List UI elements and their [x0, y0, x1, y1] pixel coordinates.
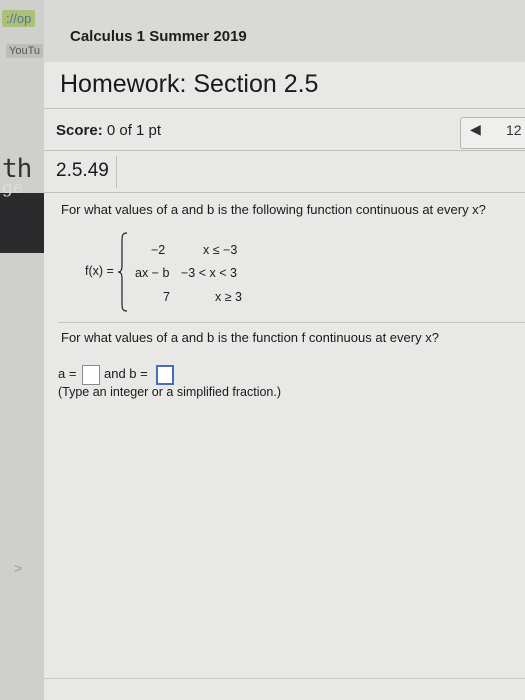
answer-b-input[interactable] — [156, 365, 174, 385]
previous-question-icon[interactable]: ◀ — [470, 121, 481, 138]
piece-value: ax − b — [135, 266, 170, 280]
piece-value: −2 — [151, 243, 166, 257]
question-number-selector[interactable]: 12 — [506, 122, 522, 138]
divider — [44, 678, 525, 679]
divider — [44, 192, 525, 193]
score-label: Score: — [56, 122, 103, 139]
browser-url-fragment[interactable]: ://op — [2, 10, 36, 27]
answer-b-label: and b = — [104, 366, 148, 381]
divider — [44, 108, 525, 109]
course-title: Calculus 1 Summer 2019 — [70, 28, 247, 45]
answer-hint: (Type an integer or a simplified fractio… — [58, 385, 282, 399]
divider — [58, 322, 525, 323]
piece-condition: x ≥ 3 — [215, 290, 243, 304]
youtube-bookmark[interactable]: YouTu — [6, 44, 43, 58]
score-value: 0 of 1 pt — [106, 122, 162, 139]
piece-value: 7 — [163, 290, 170, 304]
piece-condition: −3 < x < 3 — [181, 266, 237, 280]
answer-a-label: a = — [58, 366, 77, 381]
left-sidebar — [0, 0, 44, 700]
sidebar-dark-band — [0, 193, 44, 253]
question-id: 2.5.49 — [56, 160, 109, 181]
piece-condition: x ≤ −3 — [203, 243, 238, 257]
followup-prompt: For what values of a and b is the functi… — [61, 330, 439, 345]
sidebar-section-fragment: ge — [2, 178, 23, 198]
left-brace-icon — [118, 232, 128, 312]
chevron-right-icon[interactable]: > — [14, 560, 22, 576]
divider — [44, 150, 525, 151]
page-title: Homework: Section 2.5 — [60, 70, 319, 98]
answer-a-input[interactable] — [82, 365, 100, 385]
question-prompt: For what values of a and b is the follow… — [61, 202, 486, 217]
function-label: f(x) = — [85, 264, 114, 278]
score-display: Score: 0 of 1 pt — [56, 122, 161, 139]
